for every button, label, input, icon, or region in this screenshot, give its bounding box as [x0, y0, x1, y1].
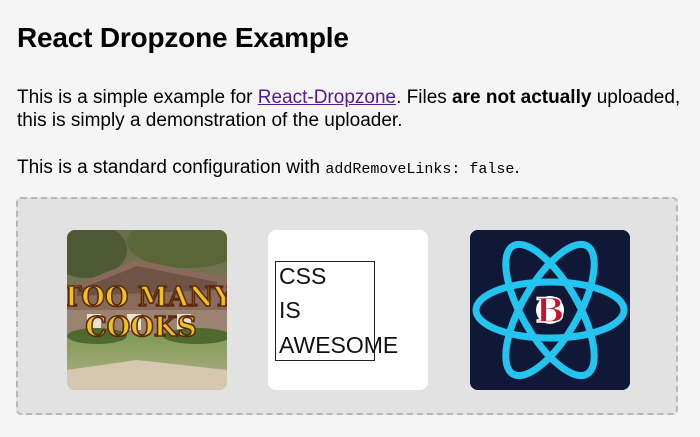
cooks-title-line1: TOO MANY	[67, 282, 227, 313]
page-title: React Dropzone Example	[17, 22, 349, 53]
css-line-3: AWESOME	[279, 332, 399, 358]
css-line-1: CSS	[279, 263, 327, 289]
page: React Dropzone Example This is a simple …	[0, 0, 700, 437]
dropzone-area[interactable]: TOO MANY COOKS CSS IS AWESOME B	[16, 197, 678, 415]
intro-paragraph: This is a simple example for React-Dropz…	[17, 86, 687, 132]
config-code: addRemoveLinks: false	[325, 161, 515, 178]
intro-bold: are not actually	[452, 87, 592, 108]
file-thumbnail-too-many-cooks[interactable]: TOO MANY COOKS	[67, 230, 227, 390]
react-dropzone-link[interactable]: React-Dropzone	[258, 87, 396, 108]
config-suffix: .	[514, 157, 520, 178]
react-atom-logo: B	[470, 230, 630, 390]
too-many-cooks-image: TOO MANY COOKS	[67, 230, 227, 390]
cooks-title-line2: COOKS	[85, 312, 197, 343]
config-paragraph: This is a standard configuration with ad…	[17, 156, 520, 181]
config-prefix: This is a standard configuration with	[17, 157, 326, 178]
intro-middle: . Files	[396, 87, 453, 108]
file-thumbnail-css-is-awesome[interactable]: CSS IS AWESOME	[268, 230, 428, 390]
intro-prefix: This is a simple example for	[17, 87, 258, 108]
boston-b-letter: B	[536, 291, 565, 331]
file-thumbnail-react-boston[interactable]: B	[470, 230, 630, 390]
css-line-2: IS	[279, 297, 301, 323]
